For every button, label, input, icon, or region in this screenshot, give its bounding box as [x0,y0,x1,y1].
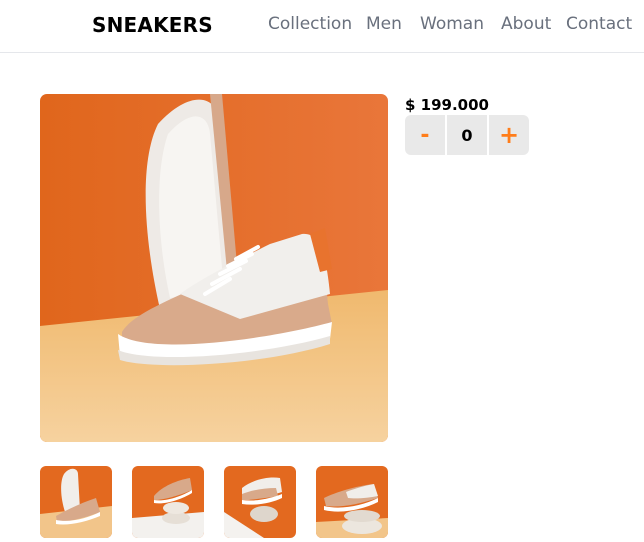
quantity-stepper: - 0 + [405,115,529,155]
nav-link-contact[interactable]: Contact [566,14,632,34]
product-price: $ 199.000 [405,96,489,114]
nav-link-woman[interactable]: Woman [420,14,484,34]
thumbnail-4[interactable] [316,466,388,538]
sneaker-thumbnail-2 [132,466,204,538]
nav-link-men[interactable]: Men [366,14,402,34]
decrement-button[interactable]: - [405,115,445,155]
quantity-value: 0 [447,115,487,155]
thumbnail-1[interactable] [40,466,112,538]
sneaker-thumbnail-1 [40,466,112,538]
nav-link-about[interactable]: About [501,14,551,34]
product-main-image[interactable] [40,94,388,442]
main-nav: Collection Men Woman About Contact [0,14,644,36]
site-header: SNEAKERS Collection Men Woman About Cont… [0,0,644,53]
thumbnail-2[interactable] [132,466,204,538]
increment-button[interactable]: + [489,115,529,155]
thumbnail-3[interactable] [224,466,296,538]
sneaker-photo [40,94,388,442]
sneaker-thumbnail-4 [316,466,388,538]
sneaker-thumbnail-3 [224,466,296,538]
nav-link-collection[interactable]: Collection [268,14,352,34]
